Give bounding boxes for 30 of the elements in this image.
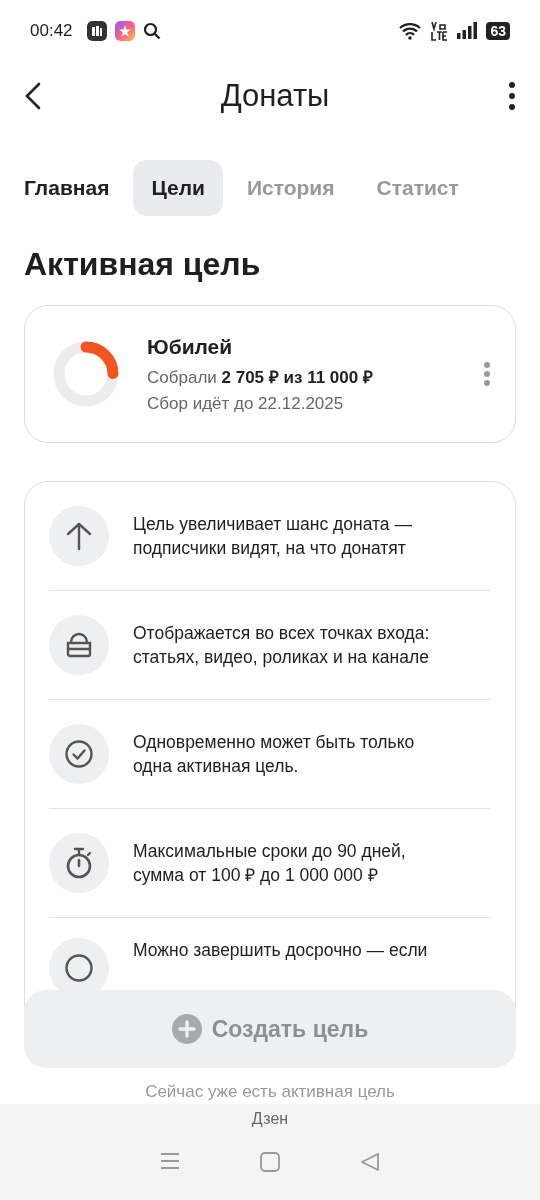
goal-deadline: Сбор идёт до 22.12.2025 xyxy=(147,393,345,414)
info-text: Отображается во всех точках входа: статьях, видео, роликах и на канале xyxy=(133,622,431,669)
volte-icon xyxy=(430,20,449,42)
search-icon xyxy=(142,22,161,40)
tab[interactable]: Главная xyxy=(24,160,128,216)
circle-icon xyxy=(64,953,94,983)
progress-ring xyxy=(53,341,119,407)
goal-name: Юбилей xyxy=(147,334,234,359)
app-icon xyxy=(86,21,107,41)
signal-icon xyxy=(456,22,479,40)
status-time: 00:42 xyxy=(30,21,73,41)
tab[interactable]: Цели xyxy=(133,160,223,216)
info-text: Можно завершить досрочно — если xyxy=(133,939,428,962)
page-title: Донаты xyxy=(219,78,331,114)
info-text: Максимальные сроки до 90 дней, сумма от 100 ₽ до 1 000 000 ₽ xyxy=(133,840,407,887)
back-icon[interactable] xyxy=(360,1152,380,1172)
star-app-icon xyxy=(114,21,135,41)
check-circle-icon xyxy=(64,739,94,769)
stopwatch-icon xyxy=(64,847,94,879)
wifi-icon xyxy=(398,22,423,40)
home-icon[interactable] xyxy=(260,1152,280,1172)
menu-icon[interactable] xyxy=(160,1152,180,1170)
info-text: Цель увеличивает шанс доната — подписчики видят, на что донатят xyxy=(133,513,413,560)
section-title: Активная цель xyxy=(24,246,262,283)
hint-text: Сейчас уже есть активная цель xyxy=(145,1082,395,1103)
stack-icon xyxy=(65,632,93,658)
app-name: Дзен xyxy=(251,1110,289,1128)
info-text: Одновременно может быть только одна активная цель. xyxy=(133,731,416,778)
arrow-up-icon xyxy=(65,521,93,551)
battery-level: 63 xyxy=(486,22,510,40)
